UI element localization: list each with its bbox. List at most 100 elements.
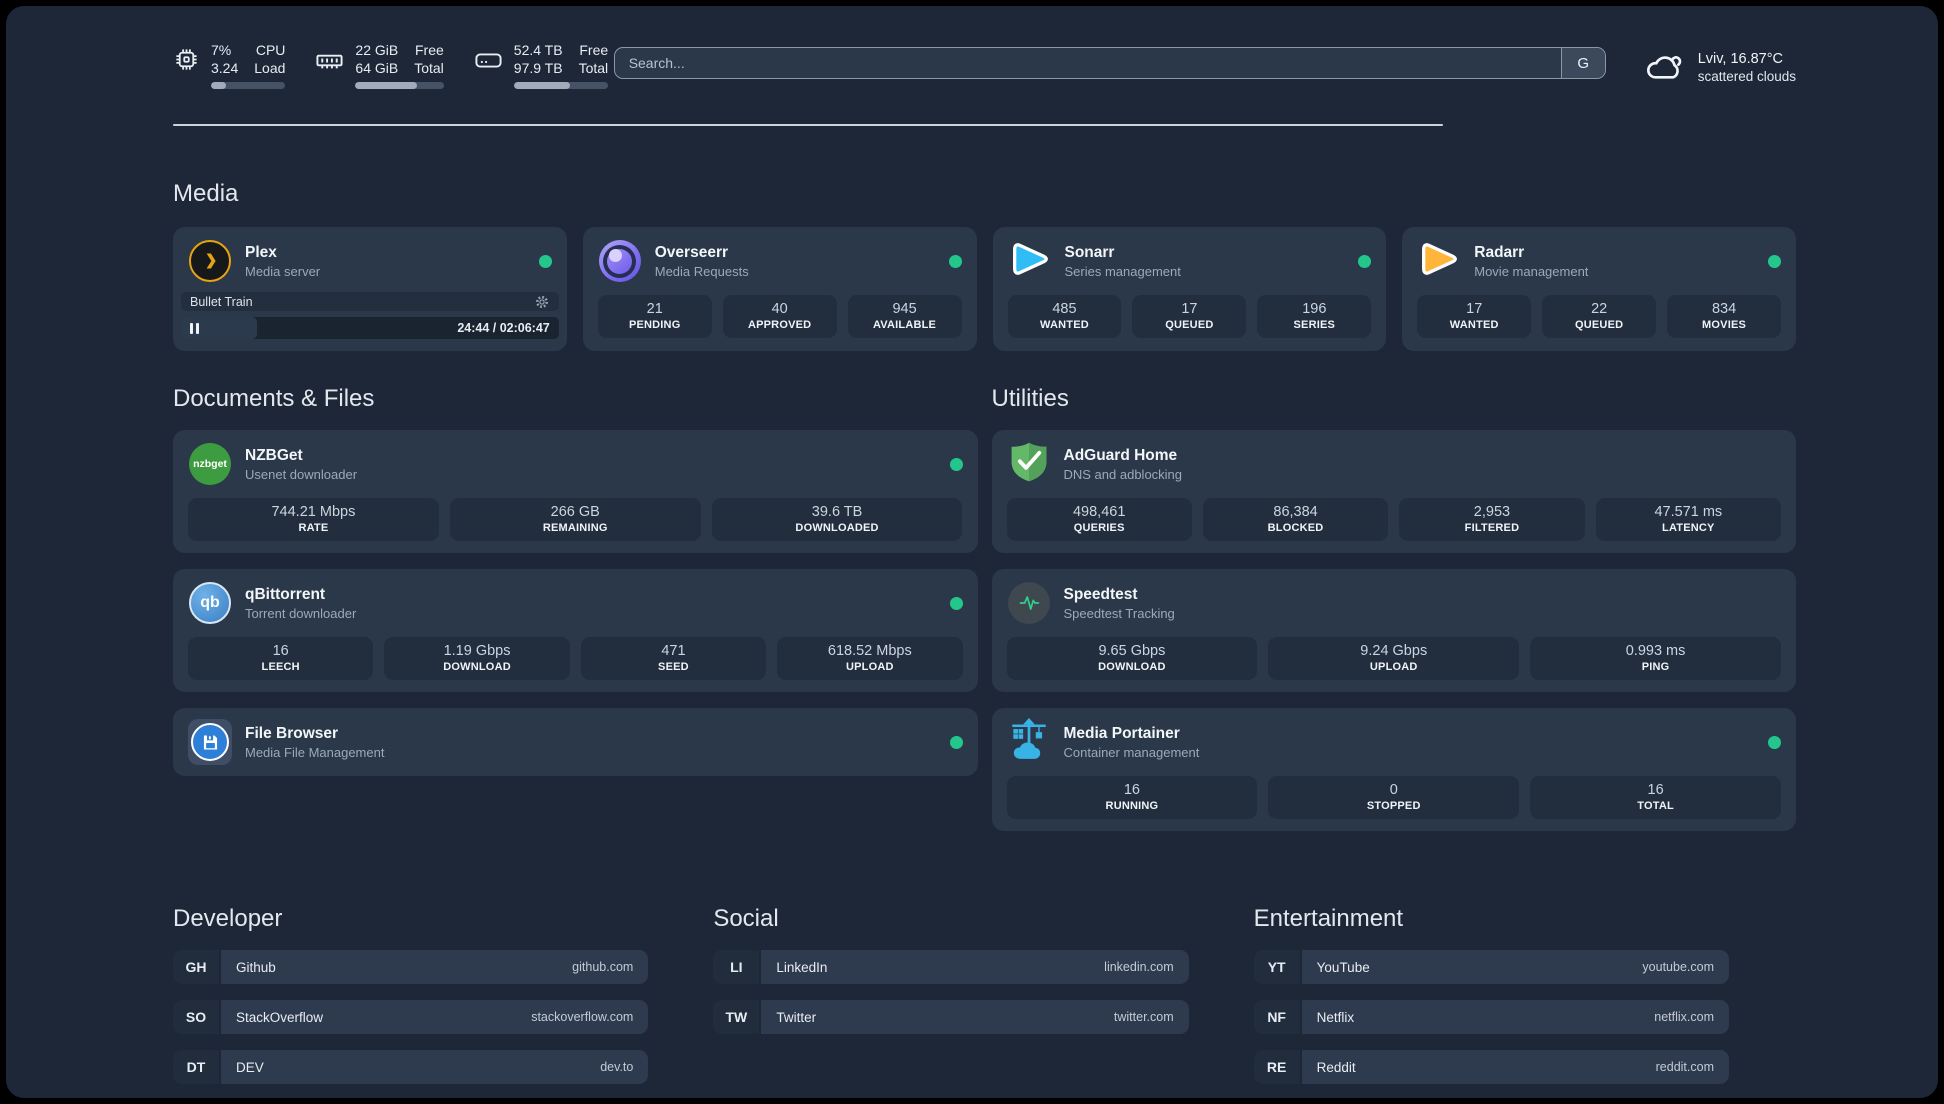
stat-tile: 22 QUEUED: [1542, 295, 1657, 338]
stat-value: 498,461: [1072, 504, 1126, 520]
service-stats: 498,461 QUERIES 86,384 BLOCKED 2,953 FIL…: [1006, 498, 1781, 541]
free-label: Free: [415, 42, 444, 58]
service-card-plex[interactable]: Plex Media server Bullet Train 24:44 / 0…: [173, 227, 567, 351]
service-name: Radarr: [1474, 243, 1525, 261]
portainer-icon: [1006, 717, 1052, 768]
search-input[interactable]: [614, 48, 1561, 78]
stat-value: 86,384: [1273, 504, 1318, 520]
stat-label: SEED: [658, 661, 689, 673]
stat-label: FILTERED: [1464, 522, 1520, 534]
stat-label: PENDING: [628, 319, 681, 331]
service-card-portainer[interactable]: Media Portainer Container management 16 …: [991, 708, 1796, 831]
stat-label: AVAILABLE: [872, 319, 937, 331]
plex-icon: [189, 240, 231, 282]
nzbget-icon: nzbget: [189, 443, 231, 485]
service-card-adguard[interactable]: AdGuard Home DNS and adblocking 498,461 …: [991, 430, 1796, 553]
stat-label: LEECH: [261, 661, 300, 673]
section-title-entertainment: Entertainment: [1253, 905, 1404, 932]
service-description: Media server: [245, 263, 321, 279]
bookmark-linkedin[interactable]: LI LinkedIn linkedin.com: [713, 950, 1189, 984]
status-online-dot: [1768, 735, 1781, 749]
bookmark-dev[interactable]: DT DEV dev.to: [173, 1050, 649, 1084]
stat-label: DOWNLOAD: [1098, 661, 1166, 673]
disk-total-value: 97.9 TB: [513, 59, 563, 76]
stat-value: 22: [1591, 301, 1608, 317]
section-title-utilities: Utilities: [991, 385, 1069, 412]
service-description: Media Requests: [654, 263, 749, 279]
bookmark-reddit[interactable]: RE Reddit reddit.com: [1253, 1050, 1729, 1084]
service-name: File Browser: [245, 724, 339, 742]
service-description: Torrent downloader: [245, 605, 357, 621]
bookmark-abbr: TW: [713, 1000, 760, 1034]
service-name: Media Portainer: [1063, 724, 1180, 742]
bookmark-group-developer: Developer GH Github github.com SO StackO…: [173, 905, 649, 1098]
stat-value: 485: [1052, 301, 1077, 317]
header-divider: [173, 124, 1443, 126]
bookmark-youtube[interactable]: YT YouTube youtube.com: [1253, 950, 1729, 984]
bookmark-name: Github: [236, 959, 276, 975]
stat-label: DOWNLOADED: [795, 522, 879, 534]
stat-tile: 47.571 ms LATENCY: [1595, 498, 1781, 541]
bookmark-abbr: NF: [1253, 1000, 1300, 1034]
stat-value: 945: [892, 301, 917, 317]
service-card-speedtest[interactable]: Speedtest Speedtest Tracking 9.65 Gbps D…: [991, 569, 1796, 692]
stat-value: 834: [1711, 301, 1737, 317]
stat-tile: 21 PENDING: [597, 295, 712, 338]
stat-value: 196: [1302, 301, 1327, 317]
bookmark-abbr: SO: [173, 1000, 219, 1034]
service-stats: 21 PENDING 40 APPROVED 945 AVAILABLE: [597, 295, 962, 338]
stat-label: UPLOAD: [845, 661, 894, 673]
bookmark-twitter[interactable]: TW Twitter twitter.com: [713, 1000, 1189, 1034]
documents-column: Documents & Files nzbget NZBGet Usenet d…: [173, 385, 978, 847]
service-card-filebrowser[interactable]: File Browser Media File Management: [173, 708, 978, 776]
memory-free-value: 22 GiB: [355, 42, 399, 58]
pause-icon[interactable]: [190, 322, 199, 334]
stat-tile: 266 GB REMAINING: [449, 498, 701, 541]
bookmark-abbr: GH: [173, 950, 219, 984]
speedtest-icon: [1007, 582, 1050, 624]
header: 7% 3.24 CPU Load 22 GiB 64 GiB Free Tota…: [173, 42, 1796, 91]
service-name: AdGuard Home: [1063, 446, 1178, 464]
bookmarks: Developer GH Github github.com SO StackO…: [173, 905, 1729, 1098]
stat-tile: 16 TOTAL: [1530, 776, 1781, 819]
adguard-icon: [1007, 440, 1051, 489]
search-provider-button[interactable]: G: [1560, 48, 1605, 78]
service-name: qBittorrent: [245, 585, 326, 603]
bookmark-netflix[interactable]: NF Netflix netflix.com: [1253, 1000, 1729, 1034]
stat-value: 17: [1181, 301, 1198, 317]
service-card-radarr[interactable]: Radarr Movie management 17 WANTED 22 QUE…: [1402, 227, 1796, 351]
media-grid: Plex Media server Bullet Train 24:44 / 0…: [173, 227, 1796, 351]
service-card-overseerr[interactable]: Overseerr Media Requests 21 PENDING 40 A…: [582, 227, 977, 351]
stat-tile: 17 QUEUED: [1132, 295, 1247, 338]
bookmark-stackoverflow[interactable]: SO StackOverflow stackoverflow.com: [173, 1000, 649, 1034]
stat-value: 2,953: [1473, 504, 1511, 520]
stat-value: 9.65 Gbps: [1098, 643, 1166, 659]
playback-progress-bar[interactable]: 24:44 / 02:06:47: [181, 317, 559, 339]
bookmark-name: DEV: [236, 1059, 264, 1075]
settings-icon[interactable]: [534, 294, 550, 310]
service-description: Movie management: [1474, 263, 1589, 279]
bookmark-abbr: RE: [1253, 1050, 1300, 1084]
total-label: Total: [578, 59, 609, 76]
service-name: Sonarr: [1064, 243, 1115, 261]
service-card-qbittorrent[interactable]: qb qBittorrent Torrent downloader 16 LEE…: [173, 569, 978, 692]
cpu-usage-value: 7%: [211, 42, 232, 58]
now-playing-row: Bullet Train: [181, 292, 559, 311]
service-card-nzbget[interactable]: nzbget NZBGet Usenet downloader 744.21 M…: [173, 430, 978, 553]
cpu-load-value: 3.24: [211, 59, 239, 76]
overseerr-icon: [598, 240, 641, 282]
status-online-dot: [538, 254, 552, 268]
bookmark-github[interactable]: GH Github github.com: [173, 950, 649, 984]
service-card-sonarr[interactable]: Sonarr Series management 485 WANTED 17 Q…: [992, 227, 1387, 351]
bookmark-group-entertainment: Entertainment YT YouTube youtube.com NF …: [1253, 905, 1729, 1098]
bookmark-name: Twitter: [776, 1009, 817, 1025]
stat-value: 16: [1647, 782, 1664, 798]
bookmark-group-social: Social LI LinkedIn linkedin.com TW Twitt…: [713, 905, 1189, 1050]
disk-free-value: 52.4 TB: [513, 42, 563, 58]
stat-tile: 17 WANTED: [1417, 295, 1532, 338]
memory-total-value: 64 GiB: [355, 59, 399, 76]
stat-value: 618.52 Mbps: [827, 643, 912, 659]
bookmark-domain: youtube.com: [1642, 960, 1714, 974]
stat-tile: 498,461 QUERIES: [1006, 498, 1192, 541]
stat-value: 744.21 Mbps: [271, 504, 356, 520]
